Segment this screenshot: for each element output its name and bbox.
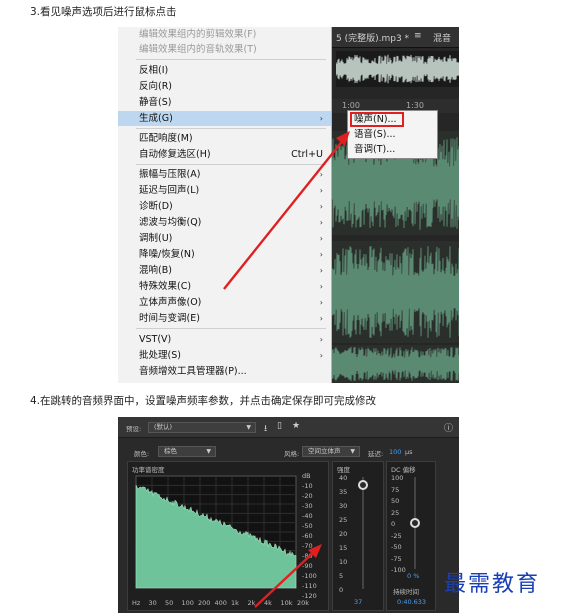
- effects-menu-screenshot: 5 (完整版).mp3 * ≡ 混音 1:00 1:30 编辑效果组内的剪辑效果…: [118, 27, 459, 383]
- generate-noise-dialog: 预设: (默认) ▼ ⭳ ▯ ★ ⓘ 颜色: 棕色 ▼ 风格: 空间立体声 ▼ 延迟:…: [118, 417, 459, 613]
- step4-caption: 4.在跳转的音频界面中，设置噪声频率参数，并点击确定保存即可完成修改: [30, 395, 377, 407]
- annotation-arrow-2: [254, 544, 322, 608]
- step3-caption: 3.看见噪声选项后进行鼠标点击: [30, 6, 177, 18]
- annotation-arrow-1: [223, 131, 350, 290]
- watermark-logo: 最需教育: [444, 572, 541, 597]
